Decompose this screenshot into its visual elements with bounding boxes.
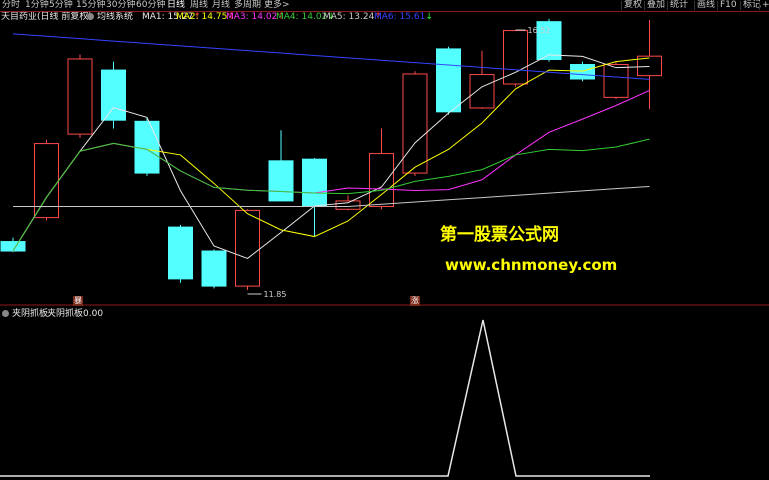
candle-body[interactable] bbox=[168, 226, 193, 280]
candle-body[interactable] bbox=[101, 69, 126, 121]
watermark-title: 第一股票公式网 bbox=[440, 225, 559, 245]
candle-body[interactable] bbox=[335, 200, 361, 210]
candle-body[interactable] bbox=[369, 153, 394, 207]
candle-body[interactable] bbox=[0, 241, 26, 252]
low-price-label: 11.85 bbox=[264, 290, 287, 299]
candles-group bbox=[0, 18, 662, 290]
ma-line-5 bbox=[13, 185, 650, 207]
candle-body[interactable] bbox=[570, 64, 595, 80]
candle-body[interactable] bbox=[402, 73, 428, 174]
candle-body[interactable] bbox=[201, 250, 227, 287]
high-price-label: 16.52 bbox=[528, 26, 551, 35]
watermark-url: www.chnmoney.com bbox=[445, 256, 618, 274]
signal-mark-0: 暴 bbox=[73, 296, 83, 306]
candle-body[interactable] bbox=[469, 74, 495, 109]
sub-indicator-line bbox=[0, 319, 650, 477]
kline-chart[interactable]: 16.52 11.85 bbox=[0, 0, 769, 480]
candle-body[interactable] bbox=[67, 58, 93, 135]
candle-body[interactable] bbox=[268, 160, 294, 202]
signal-mark-1: 涨 bbox=[410, 296, 420, 306]
sub-chart-lines bbox=[0, 319, 650, 477]
candle-body[interactable] bbox=[436, 48, 461, 113]
candle-body[interactable] bbox=[235, 209, 260, 287]
candle-body[interactable] bbox=[302, 158, 327, 207]
candle-body[interactable] bbox=[134, 120, 160, 174]
candle-body[interactable] bbox=[603, 64, 629, 98]
